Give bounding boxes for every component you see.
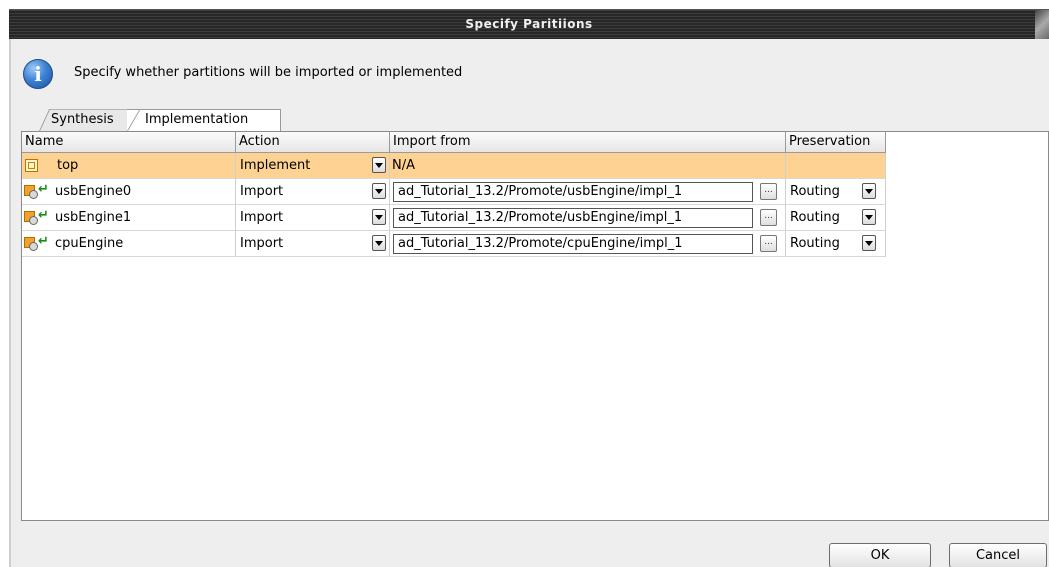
browse-button[interactable]: ... (760, 235, 777, 252)
tab-label: Implementation (145, 112, 249, 127)
action-cell[interactable]: Implement (236, 153, 390, 179)
action-cell[interactable]: Import (236, 205, 390, 231)
preservation-value: Routing (790, 236, 840, 251)
imported-partition-icon: ↵ (24, 208, 49, 226)
column-header-preservation[interactable]: Preservation (786, 132, 886, 153)
import-from-field[interactable]: ad_Tutorial_13.2/Promote/cpuEngine/impl_… (393, 234, 753, 254)
action-value: Import (240, 236, 284, 251)
import-from-cell: ad_Tutorial_13.2/Promote/usbEngine/impl_… (390, 179, 786, 205)
action-dropdown-button[interactable] (372, 209, 386, 225)
import-from-value: N/A (392, 158, 415, 173)
window-title: Specify Paritiions (465, 17, 593, 31)
preservation-dropdown-button[interactable] (862, 235, 876, 251)
action-value: Import (240, 184, 284, 199)
preservation-dropdown-button[interactable] (862, 183, 876, 199)
partition-name: usbEngine1 (55, 210, 132, 225)
partition-name: cpuEngine (55, 236, 124, 251)
column-header-import-from[interactable]: Import from (390, 132, 786, 153)
import-from-field[interactable]: ad_Tutorial_13.2/Promote/usbEngine/impl_… (393, 208, 753, 228)
import-from-field[interactable]: ad_Tutorial_13.2/Promote/usbEngine/impl_… (393, 182, 753, 202)
import-from-cell: ad_Tutorial_13.2/Promote/usbEngine/impl_… (390, 205, 786, 231)
action-value: Import (240, 210, 284, 225)
window-resize-corner[interactable] (1035, 10, 1049, 40)
preservation-cell[interactable]: Routing (786, 205, 886, 231)
dialog-body: i Specify whether partitions will be imp… (11, 39, 1049, 567)
action-value: Implement (240, 158, 311, 173)
preservation-cell (786, 153, 886, 179)
action-cell[interactable]: Import (236, 231, 390, 257)
partition-name: usbEngine0 (55, 184, 132, 199)
imported-partition-icon: ↵ (24, 234, 49, 252)
name-cell: ↵ usbEngine0 (22, 179, 236, 205)
browse-button[interactable]: ... (760, 183, 777, 200)
imported-partition-icon: ↵ (24, 182, 49, 200)
info-icon: i (23, 59, 53, 89)
preservation-value: Routing (790, 184, 840, 199)
ok-button[interactable]: OK (829, 543, 931, 567)
name-cell: top (22, 153, 236, 179)
action-dropdown-button[interactable] (372, 157, 386, 173)
tab-label: Synthesis (51, 112, 114, 127)
partitions-table: Name Action Import from Preservation top… (21, 131, 1049, 521)
top-partition-icon (25, 159, 38, 172)
column-header-action[interactable]: Action (236, 132, 390, 153)
table-row[interactable]: ↵ usbEngine1 Import ad_Tutorial_13.2/Pro… (22, 205, 886, 231)
import-from-cell: ad_Tutorial_13.2/Promote/cpuEngine/impl_… (390, 231, 786, 257)
preservation-cell[interactable]: Routing (786, 231, 886, 257)
cancel-button[interactable]: Cancel (949, 543, 1047, 567)
name-cell: ↵ usbEngine1 (22, 205, 236, 231)
preservation-cell[interactable]: Routing (786, 179, 886, 205)
table-row[interactable]: top Implement N/A (22, 153, 886, 179)
browse-button[interactable]: ... (760, 209, 777, 226)
action-cell[interactable]: Import (236, 179, 390, 205)
table-row[interactable]: ↵ usbEngine0 Import ad_Tutorial_13.2/Pro… (22, 179, 886, 205)
preservation-dropdown-button[interactable] (862, 209, 876, 225)
table-row[interactable]: ↵ cpuEngine Import ad_Tutorial_13.2/Prom… (22, 231, 886, 257)
partition-name: top (57, 158, 79, 173)
name-cell: ↵ cpuEngine (22, 231, 236, 257)
action-dropdown-button[interactable] (372, 183, 386, 199)
action-dropdown-button[interactable] (372, 235, 386, 251)
specify-partitions-window: Specify Paritiions i Specify whether par… (0, 0, 1049, 567)
dialog-message: Specify whether partitions will be impor… (74, 65, 463, 80)
tab-synthesis[interactable]: Synthesis (39, 109, 139, 131)
tab-implementation[interactable]: Implementation (127, 109, 281, 131)
title-bar[interactable]: Specify Paritiions (9, 9, 1049, 40)
preservation-value: Routing (790, 210, 840, 225)
import-from-cell: N/A (390, 153, 786, 179)
column-header-name[interactable]: Name (22, 132, 236, 153)
